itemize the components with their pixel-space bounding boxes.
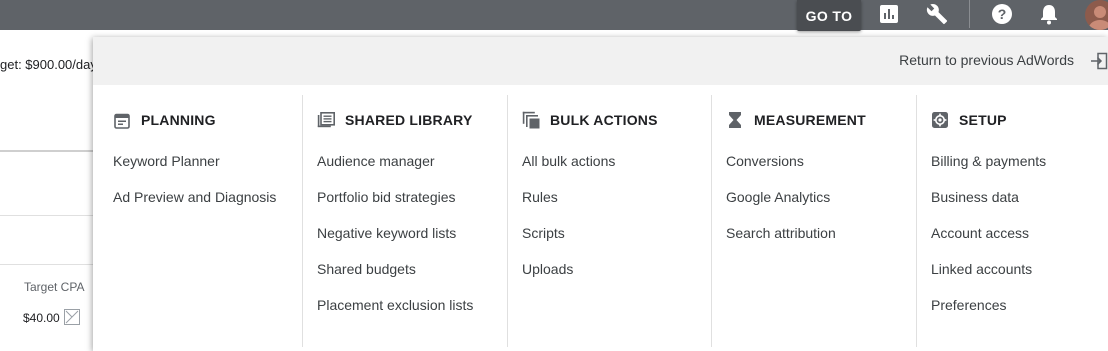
tools-icon[interactable] <box>924 2 950 26</box>
measurement-heading: MEASUREMENT <box>726 111 866 129</box>
menu-item-uploads[interactable]: Uploads <box>522 261 573 277</box>
notifications-icon[interactable] <box>1036 2 1062 26</box>
menu-item-business-data[interactable]: Business data <box>931 189 1019 205</box>
menu-item-conversions[interactable]: Conversions <box>726 153 804 169</box>
svg-text:?: ? <box>998 6 1007 22</box>
measurement-column: MEASUREMENT Conversions Google Analytics… <box>706 95 911 347</box>
setup-title: SETUP <box>959 112 1007 128</box>
copy-icon <box>522 111 540 129</box>
menu-item-shared-budgets[interactable]: Shared budgets <box>317 261 416 277</box>
row-divider <box>0 215 94 216</box>
topbar-divider <box>969 0 970 28</box>
measurement-title: MEASUREMENT <box>754 112 866 128</box>
menu-item-placement-exclusion-lists[interactable]: Placement exclusion lists <box>317 297 473 313</box>
shared-library-column: SHARED LIBRARY Audience manager Portfoli… <box>297 95 502 347</box>
menu-item-portfolio-bid-strategies[interactable]: Portfolio bid strategies <box>317 189 456 205</box>
menu-item-all-bulk-actions[interactable]: All bulk actions <box>522 153 615 169</box>
menu-item-linked-accounts[interactable]: Linked accounts <box>931 261 1032 277</box>
help-icon[interactable]: ? <box>989 2 1015 26</box>
setup-column: SETUP Billing & payments Business data A… <box>911 95 1108 347</box>
goto-panel: Return to previous AdWords PLANNING Keyw… <box>93 37 1108 351</box>
menu-item-rules[interactable]: Rules <box>522 189 558 205</box>
panel-header: Return to previous AdWords <box>93 37 1108 85</box>
settings-icon <box>931 111 949 129</box>
calendar-icon <box>113 111 131 129</box>
target-cpa-header: Target CPA <box>24 280 85 294</box>
row-divider <box>0 264 94 265</box>
setup-heading: SETUP <box>931 111 1007 129</box>
shared-library-heading: SHARED LIBRARY <box>317 111 473 129</box>
hourglass-icon <box>726 111 744 129</box>
menu-item-google-analytics[interactable]: Google Analytics <box>726 189 830 205</box>
target-cpa-value[interactable]: $40.00 <box>23 311 60 325</box>
bulk-actions-heading: BULK ACTIONS <box>522 111 658 129</box>
menu-item-search-attribution[interactable]: Search attribution <box>726 225 836 241</box>
library-icon <box>317 111 335 129</box>
bulk-actions-column: BULK ACTIONS All bulk actions Rules Scri… <box>502 95 707 347</box>
return-previous-adwords-link[interactable]: Return to previous AdWords <box>899 52 1074 68</box>
menu-item-billing-payments[interactable]: Billing & payments <box>931 153 1046 169</box>
planning-column: PLANNING Keyword Planner Ad Preview and … <box>93 95 302 347</box>
bid-strategy-icon[interactable] <box>64 309 80 325</box>
menu-item-keyword-planner[interactable]: Keyword Planner <box>113 153 220 169</box>
bulk-actions-title: BULK ACTIONS <box>550 112 658 128</box>
reports-icon[interactable] <box>876 2 902 26</box>
menu-item-ad-preview[interactable]: Ad Preview and Diagnosis <box>113 189 276 205</box>
menu-item-preferences[interactable]: Preferences <box>931 297 1006 313</box>
shared-library-title: SHARED LIBRARY <box>345 112 473 128</box>
avatar[interactable] <box>1085 0 1108 30</box>
menu-item-negative-keyword-lists[interactable]: Negative keyword lists <box>317 225 456 241</box>
menu-item-account-access[interactable]: Account access <box>931 225 1029 241</box>
planning-title: PLANNING <box>141 112 216 128</box>
card-divider <box>0 150 94 152</box>
menu-item-audience-manager[interactable]: Audience manager <box>317 153 435 169</box>
menu-item-scripts[interactable]: Scripts <box>522 225 565 241</box>
planning-heading: PLANNING <box>113 111 216 129</box>
exit-icon[interactable] <box>1090 52 1108 70</box>
budget-text: get: $900.00/day <box>0 57 97 72</box>
goto-button[interactable]: GO TO <box>797 0 861 31</box>
